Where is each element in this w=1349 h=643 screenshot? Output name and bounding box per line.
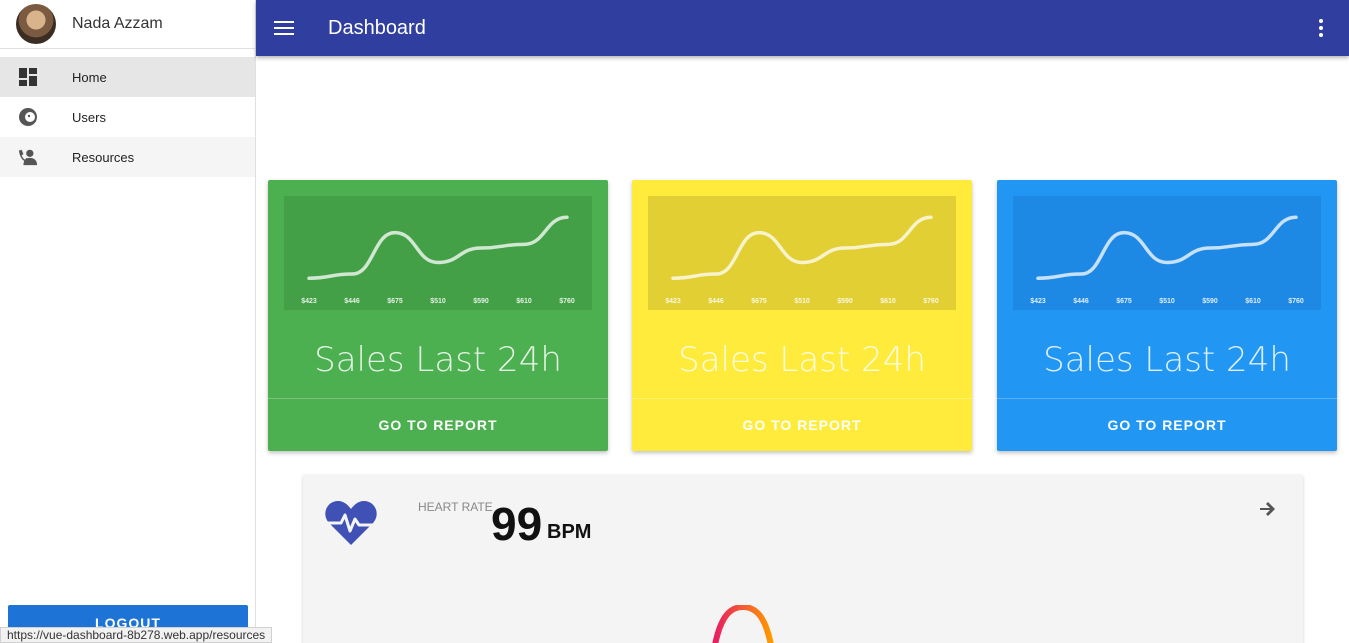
tick-label: $610 xyxy=(1245,298,1261,305)
sales-card-blue: $423 $446 $675 $510 $590 $610 $760 Sales Last … xyxy=(997,180,1337,451)
sales-sparkline: $423 $446 $675 $510 $590 $610 $760 xyxy=(284,196,592,310)
tick-label: $610 xyxy=(880,298,896,305)
heart-rate-value: 99 xyxy=(491,498,543,550)
card-title: Sales Last 24h xyxy=(314,340,562,380)
user-name: Nada Azzam xyxy=(72,15,163,32)
tick-label: $446 xyxy=(344,298,360,305)
sales-card-yellow: $423 $446 $675 $510 $590 $610 $760 Sales Last … xyxy=(632,180,972,451)
tick-label: $760 xyxy=(559,298,575,305)
more-vert-icon[interactable] xyxy=(1309,14,1333,42)
tick-label: $510 xyxy=(794,298,810,305)
card-title: Sales Last 24h xyxy=(678,340,926,380)
sidebar-item-resources[interactable]: Resources xyxy=(0,137,255,177)
arrow-right-icon[interactable] xyxy=(1257,499,1277,519)
sidebar-nav: Home Users Resources xyxy=(0,49,255,177)
tick-label: $675 xyxy=(751,298,767,305)
face-icon xyxy=(18,107,38,127)
tick-label: $675 xyxy=(1116,298,1132,305)
tick-label: $423 xyxy=(1030,298,1046,305)
tick-label: $590 xyxy=(837,298,853,305)
tick-label: $423 xyxy=(301,298,317,305)
tick-label: $610 xyxy=(516,298,532,305)
person-phone-icon xyxy=(18,147,38,167)
tick-label: $760 xyxy=(1288,298,1304,305)
avatar xyxy=(16,4,56,44)
hamburger-icon xyxy=(274,21,294,35)
chart-background xyxy=(1013,196,1321,310)
tick-label: $760 xyxy=(923,298,939,305)
sidebar-item-label: Users xyxy=(72,109,106,125)
tick-label: $446 xyxy=(1073,298,1089,305)
tick-label: $590 xyxy=(473,298,489,305)
card-title: Sales Last 24h xyxy=(1043,340,1291,380)
go-to-report-button[interactable]: GO TO REPORT xyxy=(632,399,972,451)
tick-label: $510 xyxy=(1159,298,1175,305)
page-title: Dashboard xyxy=(328,16,426,39)
app-bar: Dashboard xyxy=(256,0,1349,56)
sidebar-item-label: Resources xyxy=(72,149,135,165)
go-to-report-button[interactable]: GO TO REPORT xyxy=(268,399,608,451)
sidebar-item-home[interactable]: Home xyxy=(0,57,255,97)
sidebar: Nada Azzam Home Users Resources LOGOUT xyxy=(0,0,256,643)
dashboard-icon xyxy=(18,67,38,87)
tick-label: $510 xyxy=(430,298,446,305)
heart-pulse-icon xyxy=(325,501,377,545)
heart-rate-label: HEART RATE xyxy=(418,500,493,514)
menu-button[interactable] xyxy=(256,0,312,56)
sidebar-item-label: Home xyxy=(72,69,107,85)
go-to-report-button[interactable]: GO TO REPORT xyxy=(997,399,1337,451)
heart-rate-wave xyxy=(712,605,774,643)
chart-background xyxy=(284,196,592,310)
sales-sparkline: $423 $446 $675 $510 $590 $610 $760 xyxy=(648,196,956,310)
chart-background xyxy=(648,196,956,310)
sidebar-item-users[interactable]: Users xyxy=(0,97,255,137)
status-bar-url: https://vue-dashboard-8b278.web.app/reso… xyxy=(0,627,273,643)
sales-sparkline: $423 $446 $675 $510 $590 $610 $760 xyxy=(1013,196,1321,310)
user-profile: Nada Azzam xyxy=(0,0,255,49)
tick-label: $446 xyxy=(708,298,724,305)
tick-label: $590 xyxy=(1202,298,1218,305)
tick-label: $423 xyxy=(665,298,681,305)
heart-rate-panel: HEART RATE 99 BPM xyxy=(303,475,1303,643)
tick-label: $675 xyxy=(387,298,403,305)
sales-card-green: $423 $446 $675 $510 $590 $610 $760 Sales Last … xyxy=(268,180,608,451)
heart-rate-unit: BPM xyxy=(547,521,592,543)
